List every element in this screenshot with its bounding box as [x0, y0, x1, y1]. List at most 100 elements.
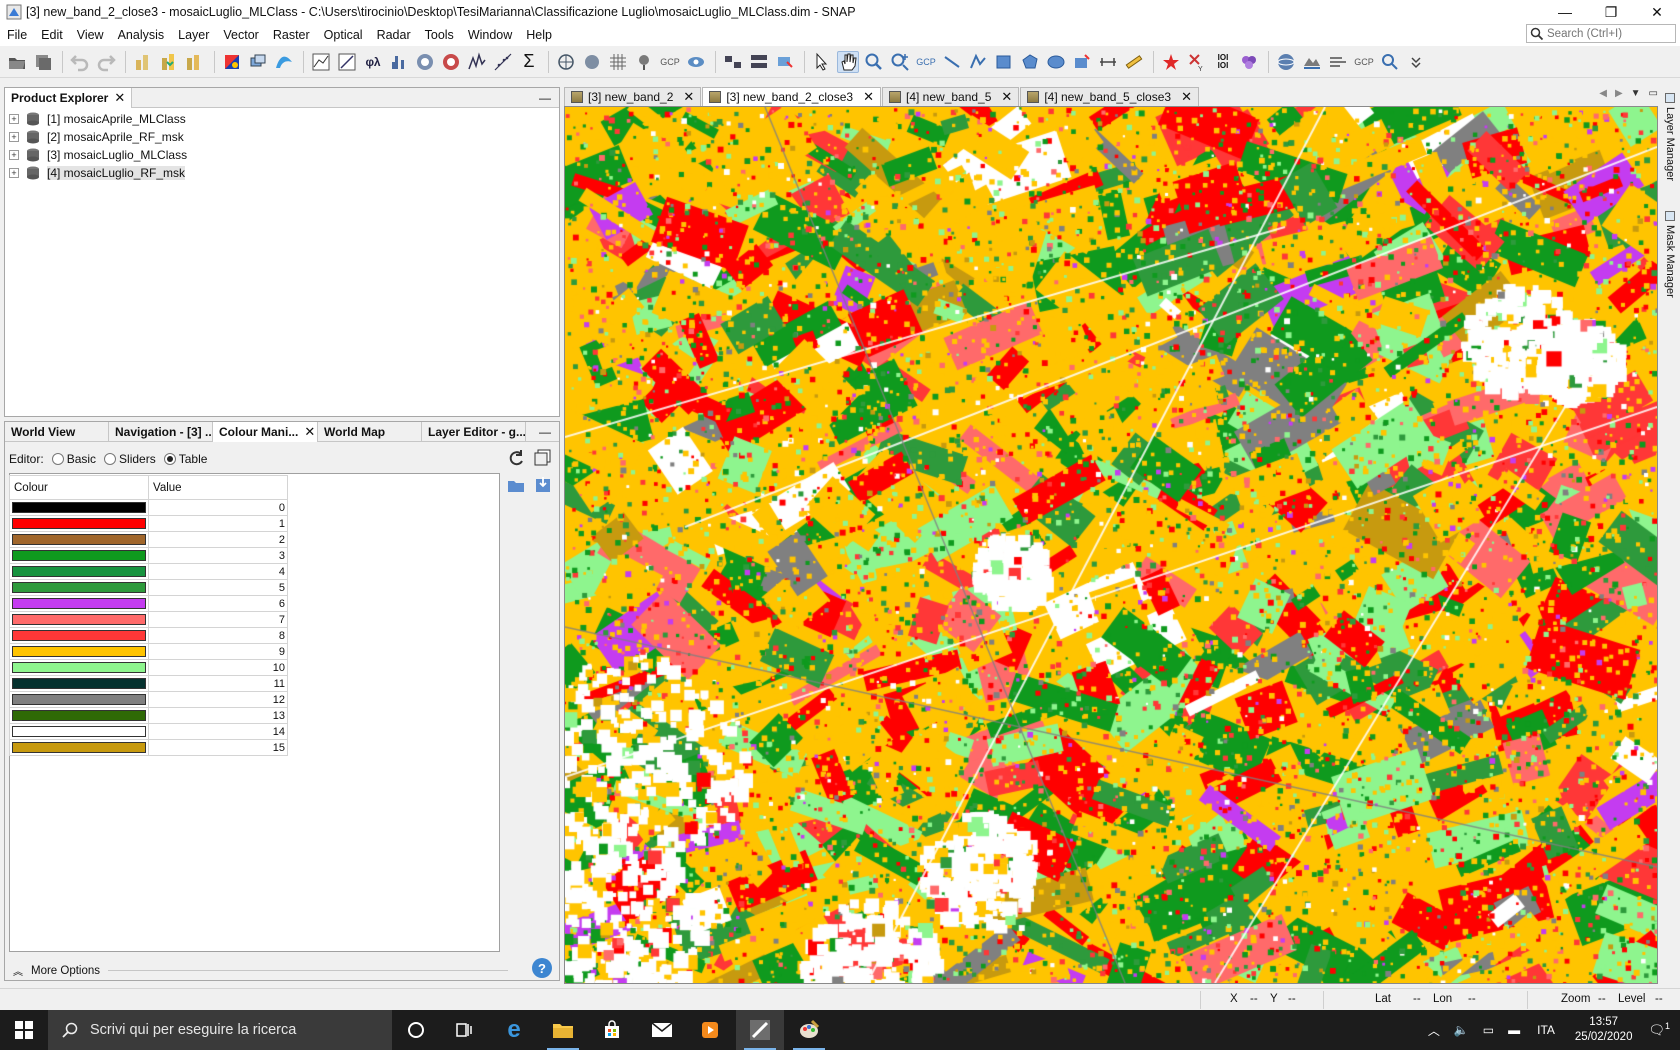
colour-table-row[interactable]: 4: [9, 563, 288, 580]
colour-swatch[interactable]: [12, 550, 146, 561]
colour-cell[interactable]: [9, 579, 149, 596]
cortana-icon[interactable]: [392, 1010, 440, 1050]
snap-taskbar-icon[interactable]: [736, 1010, 784, 1050]
close-icon[interactable]: ✕: [863, 89, 874, 105]
chevron-down-icon[interactable]: [1405, 51, 1427, 73]
minimize-button[interactable]: —: [1542, 0, 1588, 24]
radio-basic[interactable]: [51, 453, 64, 465]
more-options-label[interactable]: More Options: [31, 965, 100, 977]
edge-browser-icon[interactable]: e: [490, 1010, 538, 1050]
gcp-geocode-icon[interactable]: GCP: [1353, 51, 1375, 73]
layers-icon[interactable]: [247, 51, 269, 73]
sync-views-icon[interactable]: [748, 51, 770, 73]
colour-cell[interactable]: [9, 707, 149, 724]
colour-swatch[interactable]: [12, 678, 146, 689]
scatter-plot-icon[interactable]: [336, 51, 358, 73]
expand-icon[interactable]: +: [9, 168, 19, 178]
save-product-icon[interactable]: [32, 51, 54, 73]
colour-cell[interactable]: [9, 531, 149, 548]
menu-help[interactable]: Help: [519, 24, 559, 46]
value-cell[interactable]: 5: [148, 579, 288, 596]
radio-sliders-label[interactable]: Sliders: [119, 452, 156, 466]
value-column-header[interactable]: Value: [148, 475, 288, 500]
wind-icon[interactable]: [1327, 51, 1349, 73]
radio-sliders[interactable]: [104, 453, 117, 465]
value-cell[interactable]: 4: [148, 563, 288, 580]
store-icon[interactable]: [588, 1010, 636, 1050]
network-icon[interactable]: ▭: [1483, 1023, 1494, 1037]
spectrum-plot-icon[interactable]: [466, 51, 488, 73]
terrain-icon[interactable]: [1301, 51, 1323, 73]
magic-wand-star-icon[interactable]: [1160, 51, 1182, 73]
colour-cell[interactable]: [9, 515, 149, 532]
gcp-manager-icon[interactable]: GCP: [659, 51, 681, 73]
pin-tool-icon[interactable]: [889, 51, 911, 73]
polyline-draw-icon[interactable]: [967, 51, 989, 73]
rectangle-draw-icon[interactable]: [993, 51, 1015, 73]
menu-window[interactable]: Window: [461, 24, 519, 46]
value-cell[interactable]: 8: [148, 627, 288, 644]
file-explorer-icon[interactable]: [539, 1010, 587, 1050]
colour-table-row[interactable]: 2: [9, 531, 288, 548]
value-cell[interactable]: 15: [148, 739, 288, 756]
range-finder-icon[interactable]: [1097, 51, 1119, 73]
menu-optical[interactable]: Optical: [317, 24, 370, 46]
battery-icon[interactable]: ▬: [1508, 1023, 1520, 1037]
wave-icon[interactable]: [273, 51, 295, 73]
export-icon[interactable]: [532, 474, 554, 496]
menu-file[interactable]: File: [0, 24, 34, 46]
taskbar-search-placeholder[interactable]: Scrivi qui per eseguire la ricerca: [90, 1022, 296, 1038]
zoom-options-icon[interactable]: [1379, 51, 1401, 73]
layer-manager-button[interactable]: Layer Manager: [1662, 93, 1678, 181]
expand-icon[interactable]: +: [9, 150, 19, 160]
colour-swatch[interactable]: [12, 710, 146, 721]
more-options-toggle[interactable]: ︽ More Options: [13, 963, 509, 978]
scroll-left-icon[interactable]: ◀: [1599, 88, 1607, 99]
mask-manager-button[interactable]: Mask Manager: [1662, 211, 1678, 298]
classification-map-image[interactable]: [565, 107, 1657, 983]
expand-icon[interactable]: +: [9, 132, 19, 142]
search-input[interactable]: [1547, 27, 1673, 40]
colour-cell[interactable]: [9, 547, 149, 564]
colour-table-row[interactable]: 0: [9, 499, 288, 516]
histogram-icon[interactable]: [388, 51, 410, 73]
radio-table[interactable]: [163, 453, 176, 465]
menu-view[interactable]: View: [70, 24, 111, 46]
radio-table-label[interactable]: Table: [179, 452, 208, 466]
value-cell[interactable]: 6: [148, 595, 288, 612]
colour-cell[interactable]: [9, 611, 149, 628]
polygon-draw-icon[interactable]: [1019, 51, 1041, 73]
tab-layer-editor[interactable]: Layer Editor - g...: [422, 421, 526, 442]
ruler-icon[interactable]: [1123, 51, 1145, 73]
image-tab[interactable]: [4] new_band_5 ✕: [882, 87, 1020, 106]
reset-icon[interactable]: [505, 447, 527, 469]
colour-table-row[interactable]: 6: [9, 595, 288, 612]
mail-icon[interactable]: [638, 1010, 686, 1050]
colour-cell[interactable]: [9, 627, 149, 644]
product-node[interactable]: + [3] mosaicLuglio_MLClass: [5, 146, 559, 164]
colour-cell[interactable]: [9, 739, 149, 756]
menu-vector[interactable]: Vector: [216, 24, 265, 46]
tab-navigation[interactable]: Navigation - [3] ...: [109, 421, 213, 442]
open-product-icon[interactable]: [6, 51, 28, 73]
colour-table-row[interactable]: 1: [9, 515, 288, 532]
mask-view-icon[interactable]: [685, 51, 707, 73]
spectrum-icon[interactable]: φλ: [362, 51, 384, 73]
tab-product-explorer[interactable]: Product Explorer ✕: [5, 87, 133, 108]
radio-basic-label[interactable]: Basic: [67, 452, 96, 466]
value-cell[interactable]: 0: [148, 499, 288, 516]
menu-tools[interactable]: Tools: [418, 24, 461, 46]
minimize-panel-icon[interactable]: —: [539, 91, 551, 105]
world-map-icon[interactable]: [581, 51, 603, 73]
expand-icon[interactable]: +: [9, 114, 19, 124]
magic-wand-icon[interactable]: [1071, 51, 1093, 73]
value-cell[interactable]: 1: [148, 515, 288, 532]
colour-swatch[interactable]: [12, 742, 146, 753]
value-cell[interactable]: 13: [148, 707, 288, 724]
import-icon[interactable]: [505, 474, 527, 496]
minimize-panel-icon[interactable]: —: [539, 425, 551, 439]
tab-colour-manipulation[interactable]: Colour Mani... ✕: [213, 421, 318, 442]
product-label[interactable]: [4] mosaicLuglio_RF_msk: [47, 166, 186, 180]
globe-3d-icon[interactable]: [1275, 51, 1297, 73]
colour-table-row[interactable]: 8: [9, 627, 288, 644]
